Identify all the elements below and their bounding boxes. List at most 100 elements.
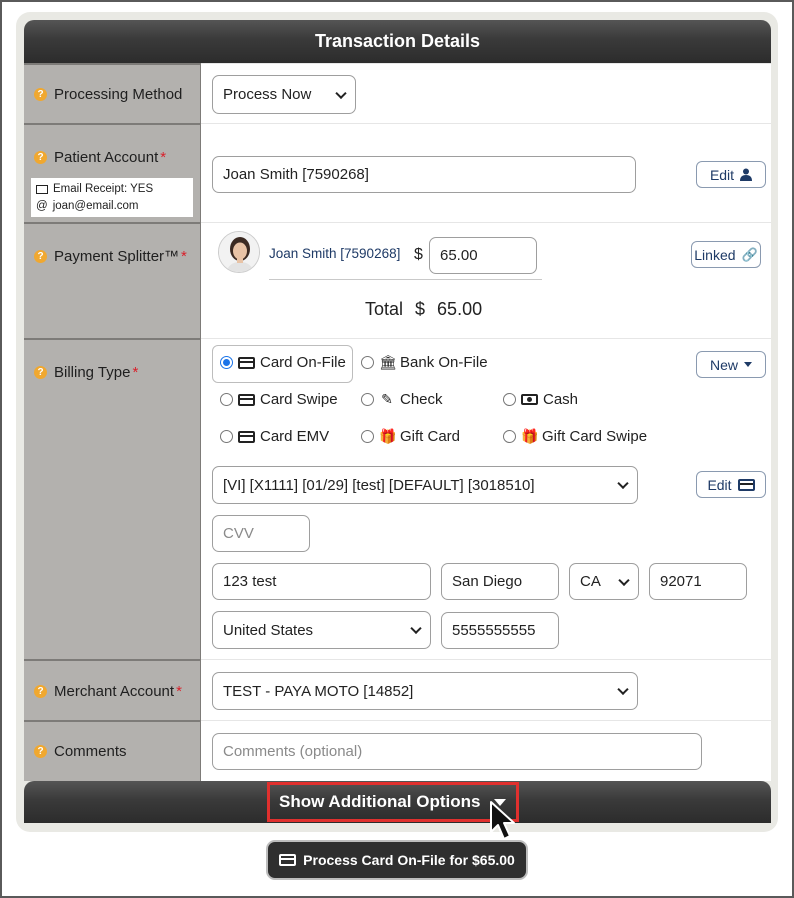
state-select[interactable]: CA bbox=[569, 563, 639, 600]
pencil-icon: ✎ bbox=[381, 391, 393, 407]
phone-input[interactable]: 5555555555 bbox=[441, 612, 559, 649]
patient-account-row: ? Patient Account * Email Receipt: YES @… bbox=[24, 123, 771, 222]
comments-row: ? Comments Comments (optional) bbox=[24, 720, 771, 781]
credit-card-icon bbox=[238, 430, 255, 443]
zip-input[interactable]: 92071 bbox=[649, 563, 747, 600]
new-billing-button[interactable]: New bbox=[696, 351, 766, 378]
credit-card-icon bbox=[238, 393, 255, 406]
payment-splitter-row: ? Payment Splitter™ * Joan Smith [759026… bbox=[24, 222, 771, 338]
label-cell: ? Patient Account * Email Receipt: YES @… bbox=[24, 123, 201, 222]
option-label: Card Swipe bbox=[260, 391, 338, 408]
email-receipt-text: Email Receipt: YES bbox=[53, 183, 154, 195]
payment-splitter-label: ? Payment Splitter™ * bbox=[34, 248, 187, 265]
input-value: San Diego bbox=[452, 573, 523, 590]
radio-button[interactable] bbox=[220, 430, 233, 443]
radio-button[interactable] bbox=[361, 356, 374, 369]
total-line: Total $ 65.00 bbox=[365, 299, 482, 320]
avatar bbox=[218, 231, 260, 273]
link-icon: 🔗 bbox=[741, 246, 758, 262]
radio-button[interactable] bbox=[361, 430, 374, 443]
input-value: 65.00 bbox=[440, 247, 478, 264]
billing-option-card-on-file[interactable]: Card On-File bbox=[220, 354, 346, 371]
content-cell: Process Now bbox=[201, 63, 771, 123]
option-label: Gift Card Swipe bbox=[542, 428, 648, 445]
email-text: joan@email.com bbox=[52, 200, 139, 212]
option-label: Gift Card bbox=[400, 428, 461, 445]
help-icon[interactable]: ? bbox=[34, 151, 47, 164]
currency-symbol: $ bbox=[414, 246, 423, 263]
radio-button[interactable] bbox=[361, 393, 374, 406]
input-placeholder: CVV bbox=[223, 525, 254, 542]
bank-icon: 🏛 bbox=[379, 354, 397, 370]
credit-card-icon bbox=[238, 356, 255, 369]
panel-header: Transaction Details bbox=[24, 20, 771, 63]
help-icon[interactable]: ? bbox=[34, 366, 47, 379]
linked-button[interactable]: Linked 🔗 bbox=[691, 241, 761, 268]
required-mark: * bbox=[181, 248, 187, 265]
at-icon: @ bbox=[36, 200, 48, 212]
content-cell: Card On-File 🏛 Bank On-File New Card Swip… bbox=[201, 338, 771, 659]
merchant-account-select[interactable]: TEST - PAYA MOTO [14852] bbox=[212, 672, 638, 710]
billing-type-row: ? Billing Type * Card On-File 🏛 Bank On-F… bbox=[24, 338, 771, 659]
option-label: Cash bbox=[543, 391, 579, 408]
radio-button[interactable] bbox=[503, 393, 516, 406]
show-additional-options-button[interactable]: Show Additional Options bbox=[267, 782, 519, 822]
content-cell: Joan Smith [7590268] $ 65.00 Linked 🔗 To… bbox=[201, 222, 771, 338]
billing-option-gift-card[interactable]: 🎁 Gift Card bbox=[361, 428, 460, 445]
label-cell: ? Comments bbox=[24, 720, 201, 781]
button-label: New bbox=[709, 356, 738, 373]
cvv-input[interactable]: CVV bbox=[212, 515, 310, 552]
gift-icon: 🎁 bbox=[379, 428, 397, 444]
comments-input[interactable]: Comments (optional) bbox=[212, 733, 702, 770]
input-placeholder: Comments (optional) bbox=[223, 743, 363, 760]
billing-option-card-emv[interactable]: Card EMV bbox=[220, 428, 329, 445]
label-cell: ? Billing Type * bbox=[24, 338, 201, 659]
comments-label: ? Comments bbox=[34, 743, 127, 760]
help-icon[interactable]: ? bbox=[34, 685, 47, 698]
radio-button[interactable] bbox=[220, 393, 233, 406]
edit-patient-button[interactable]: Edit bbox=[696, 161, 766, 188]
button-label: Process Card On-File for $65.00 bbox=[303, 852, 515, 868]
merchant-account-label: ? Merchant Account * bbox=[34, 683, 182, 700]
help-icon[interactable]: ? bbox=[34, 250, 47, 263]
total-label: Total bbox=[365, 299, 404, 319]
processing-method-select[interactable]: Process Now bbox=[212, 75, 356, 114]
mouse-cursor-icon bbox=[490, 801, 515, 840]
billing-option-cash[interactable]: Cash bbox=[503, 391, 578, 408]
stored-card-select[interactable]: [VI] [X1111] [01/29] [test] [DEFAULT] [3… bbox=[212, 466, 638, 504]
content-cell: Joan Smith [7590268] Edit bbox=[201, 123, 771, 222]
label-cell: ? Merchant Account * bbox=[24, 659, 201, 720]
gift-icon: 🎁 bbox=[521, 428, 539, 444]
billing-option-check[interactable]: ✎ Check bbox=[361, 391, 443, 408]
billing-option-gift-card-swipe[interactable]: 🎁 Gift Card Swipe bbox=[503, 428, 647, 445]
address-input[interactable]: 123 test bbox=[212, 563, 431, 600]
processing-method-label: ? Processing Method bbox=[34, 86, 182, 103]
billing-type-label: ? Billing Type * bbox=[34, 364, 138, 381]
process-payment-button[interactable]: Process Card On-File for $65.00 bbox=[266, 840, 528, 880]
merchant-account-row: ? Merchant Account * TEST - PAYA MOTO [1… bbox=[24, 659, 771, 720]
select-value: Process Now bbox=[223, 86, 312, 103]
edit-card-button[interactable]: Edit bbox=[696, 471, 766, 498]
patient-account-input[interactable]: Joan Smith [7590268] bbox=[212, 156, 636, 193]
email-receipt-box: Email Receipt: YES @ joan@email.com bbox=[31, 178, 193, 217]
splitter-patient-link[interactable]: Joan Smith [7590268] bbox=[269, 246, 400, 261]
split-amount-input[interactable]: 65.00 bbox=[429, 237, 537, 274]
radio-button[interactable] bbox=[220, 356, 233, 369]
patient-photo bbox=[219, 232, 259, 272]
input-value: 92071 bbox=[660, 573, 702, 590]
help-icon[interactable]: ? bbox=[34, 745, 47, 758]
radio-button[interactable] bbox=[503, 430, 516, 443]
select-value: [VI] [X1111] [01/29] [test] [DEFAULT] [3… bbox=[223, 476, 535, 494]
email-line: @ joan@email.com bbox=[36, 198, 188, 215]
billing-option-card-swipe[interactable]: Card Swipe bbox=[220, 391, 338, 408]
input-value: 5555555555 bbox=[452, 622, 536, 639]
city-input[interactable]: San Diego bbox=[441, 563, 559, 600]
help-icon[interactable]: ? bbox=[34, 88, 47, 101]
billing-option-bank-on-file[interactable]: 🏛 Bank On-File bbox=[361, 354, 488, 371]
button-label: Edit bbox=[709, 166, 735, 183]
button-label: Linked bbox=[694, 246, 736, 263]
country-select[interactable]: United States bbox=[212, 611, 431, 649]
label-text: Billing Type bbox=[54, 364, 131, 381]
caret-down-icon bbox=[744, 362, 752, 367]
required-mark: * bbox=[176, 683, 182, 700]
